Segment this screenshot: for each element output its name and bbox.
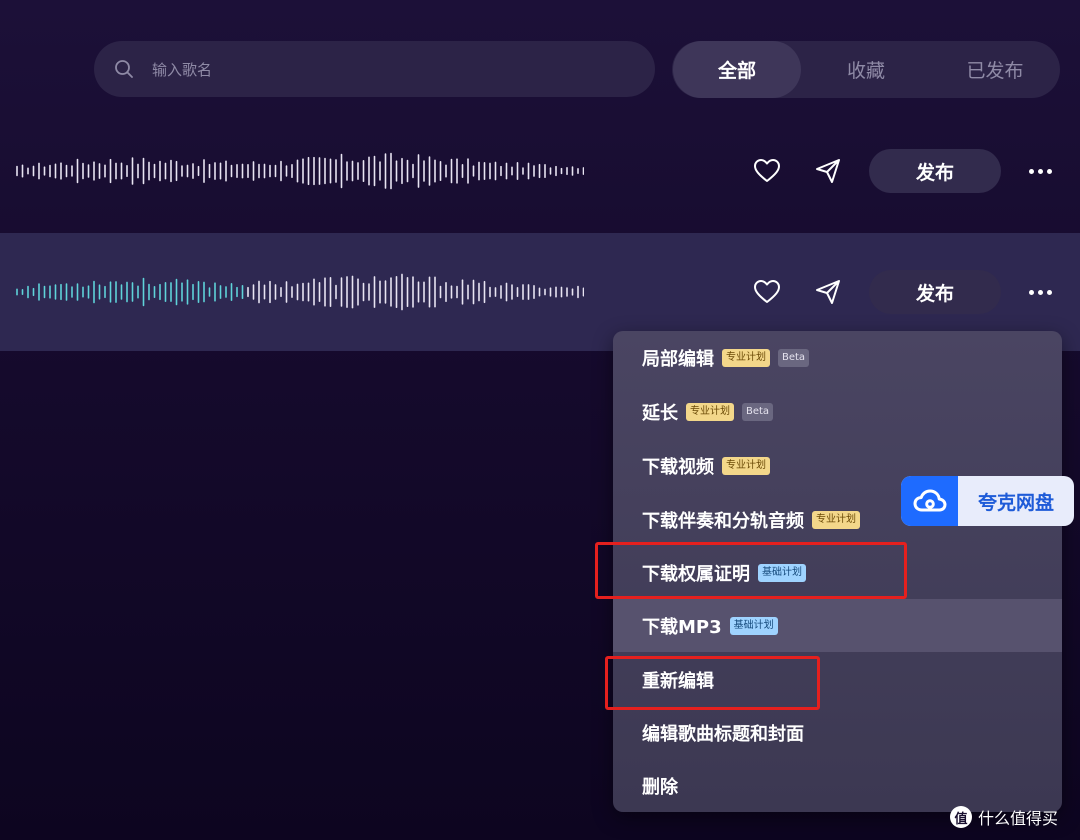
heart-icon[interactable]	[752, 277, 782, 307]
more-icon[interactable]	[1025, 156, 1055, 186]
menu-item-label: 编辑歌曲标题和封面	[642, 723, 804, 745]
quark-drive-label: 夸克网盘	[977, 491, 1054, 514]
search-input[interactable]	[150, 41, 634, 99]
song-row[interactable]: 发布	[0, 112, 1080, 230]
menu-item-label: 删除	[642, 776, 678, 798]
menu-item-label: 下载伴奏和分轨音频	[642, 510, 804, 532]
badge-beta: Beta	[742, 402, 774, 421]
more-icon[interactable]	[1025, 277, 1055, 307]
tab-favorites[interactable]: 收藏	[802, 41, 930, 98]
filter-tabs: 全部 收藏 已发布	[672, 41, 1060, 98]
search-bar[interactable]	[94, 41, 655, 99]
tab-published[interactable]: 已发布	[931, 41, 1059, 98]
share-icon[interactable]	[813, 277, 843, 307]
menu-item-label: 局部编辑	[642, 348, 714, 370]
badge-pro-plan: 专业计划	[686, 402, 734, 421]
badge-pro-plan: 专业计划	[722, 456, 770, 475]
badge-basic-plan: 基础计划	[729, 616, 778, 635]
publish-button[interactable]: 发布	[869, 270, 1001, 314]
heart-icon[interactable]	[752, 156, 782, 186]
tab-all[interactable]: 全部	[673, 41, 801, 98]
waveform[interactable]	[14, 252, 584, 332]
search-icon	[115, 60, 133, 78]
menu-item-label: 下载MP3	[642, 616, 722, 638]
badge-pro-plan: 专业计划	[812, 510, 860, 529]
publish-button[interactable]: 发布	[869, 149, 1001, 193]
menu-item-label: 下载视频	[642, 456, 714, 478]
badge-beta: Beta	[778, 348, 810, 367]
waveform[interactable]	[14, 131, 584, 211]
watermark-logo-icon: 值	[950, 806, 972, 828]
highlight-box-certificate	[595, 542, 907, 599]
quark-drive-button[interactable]: 夸克网盘	[901, 476, 1074, 526]
badge-pro-plan: 专业计划	[722, 348, 770, 367]
watermark: 值 什么值得买	[950, 803, 1058, 831]
cloud-icon	[901, 476, 958, 526]
menu-item-label: 延长	[642, 402, 678, 424]
menu-item-edit-title-cover[interactable]: 编辑歌曲标题和封面	[613, 706, 1062, 759]
share-icon[interactable]	[813, 156, 843, 186]
menu-item-partial-edit[interactable]: 局部编辑 专业计划 Beta	[613, 331, 1062, 384]
highlight-box-re-edit	[605, 656, 820, 710]
watermark-text: 什么值得买	[978, 809, 1059, 828]
menu-item-download-mp3[interactable]: 下载MP3 基础计划	[613, 599, 1062, 652]
menu-item-extend[interactable]: 延长 专业计划 Beta	[613, 385, 1062, 438]
